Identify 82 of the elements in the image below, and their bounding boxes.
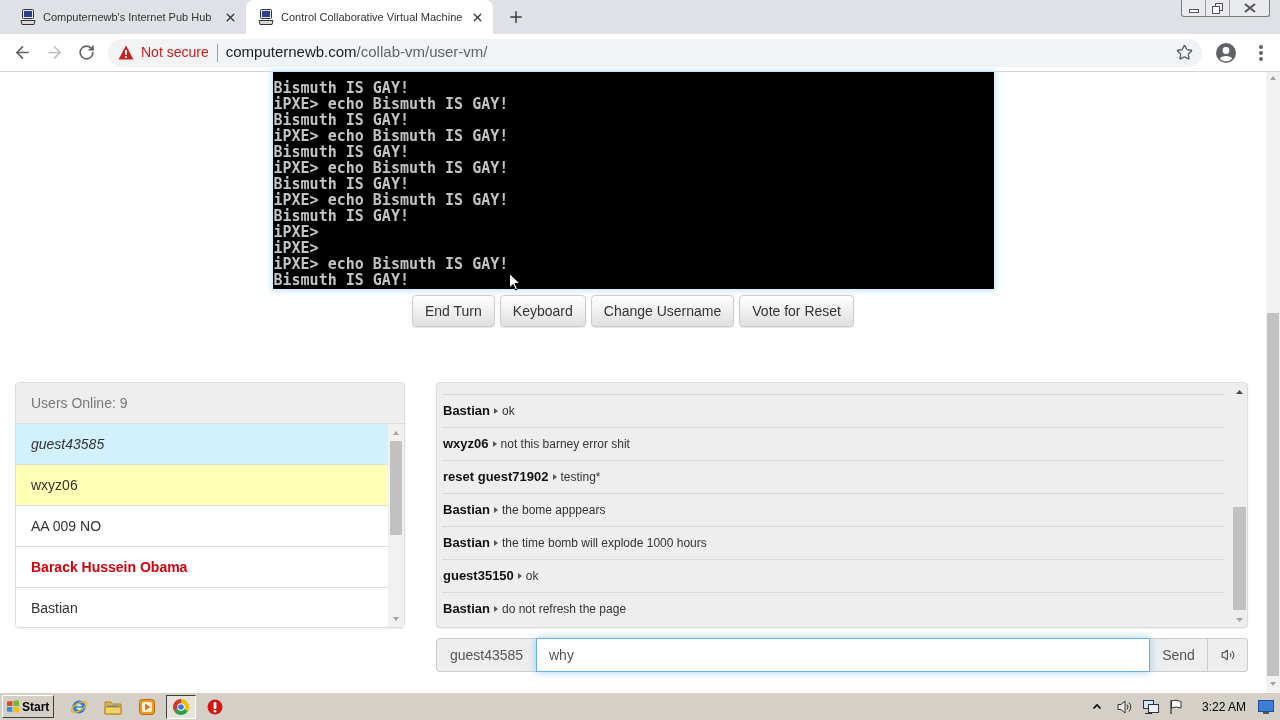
chat-message: do not refresh the page — [501, 601, 627, 618]
chat-message: the time bomb will explode 1000 hours — [501, 535, 707, 552]
start-button[interactable]: Start — [2, 695, 54, 718]
minimize-icon — [1188, 9, 1199, 13]
terminal-line: Bismuth IS GAY! — [273, 272, 409, 288]
terminal-line: iPXE> echo Bismuth IS GAY! — [273, 192, 509, 208]
profile-icon — [1216, 42, 1236, 63]
terminal-line: Bismuth IS GAY! — [273, 144, 409, 160]
terminal-line: iPXE> echo Bismuth IS GAY! — [273, 160, 509, 176]
terminal-line: iPXE> echo Bismuth IS GAY! — [273, 256, 509, 272]
folder-icon — [104, 698, 122, 715]
terminal-line: iPXE> — [273, 224, 319, 240]
computer-icon — [258, 9, 274, 25]
vm-action-button[interactable]: End Turn — [412, 295, 495, 327]
url-text[interactable]: computernewb.com/collab-vm/user-vm/ — [225, 41, 488, 64]
terminal-line: Bismuth IS GAY! — [273, 80, 409, 96]
terminal-line: Bismuth IS GAY! — [273, 112, 409, 128]
chat-message: testing* — [560, 469, 601, 486]
terminal-line: iPXE> echo Bismuth IS GAY! — [273, 96, 509, 112]
vm-action-button[interactable]: Keyboard — [499, 295, 586, 327]
tab-title: Computernewb's Internet Pub Hub — [43, 9, 213, 25]
terminal-line: iPXE> — [273, 240, 319, 256]
speaker-icon — [1220, 648, 1235, 662]
network-icon[interactable] — [1141, 698, 1160, 715]
chat-message: not this barney error shit — [500, 436, 630, 453]
alert-circle-icon — [207, 698, 223, 715]
vm-screen[interactable] — [272, 72, 994, 289]
triangle-icon — [517, 573, 522, 579]
message-input[interactable]: why — [536, 638, 1150, 672]
chat-username[interactable]: Bastian — [443, 599, 490, 619]
vm-action-button[interactable]: Vote for Reset — [739, 295, 854, 327]
user-list-item[interactable]: Barack Hussein Obama — [16, 547, 388, 588]
users-online-header: Users Online: 9 — [16, 383, 404, 424]
clock[interactable]: 3:22 AM — [1201, 697, 1246, 716]
taskbar-button[interactable] — [166, 694, 196, 719]
star-icon — [1175, 44, 1193, 61]
terminal-line: Bismuth IS GAY! — [273, 208, 409, 224]
show-desktop-icon[interactable] — [1258, 699, 1274, 714]
chat-message: ok — [501, 403, 515, 420]
send-button[interactable]: Send — [1150, 638, 1208, 672]
triangle-icon — [493, 507, 498, 513]
speaker-icon[interactable] — [1115, 698, 1134, 715]
user-list-item[interactable]: wxyz06 — [16, 465, 388, 506]
windows-flag-icon — [6, 700, 20, 713]
close-icon — [1243, 3, 1256, 13]
chat-username[interactable]: wxyz06 — [443, 434, 489, 454]
reload-icon — [77, 44, 95, 61]
tab-title: Control Collaborative Virtual Machine — [281, 9, 463, 25]
triangle-icon — [493, 408, 498, 414]
triangle-icon — [493, 606, 498, 612]
terminal-line: iPXE> echo Bismuth IS GAY! — [273, 128, 509, 144]
sound-button[interactable] — [1208, 638, 1248, 672]
triangle-icon — [552, 474, 557, 480]
chat-username[interactable]: guest35150 — [443, 566, 514, 586]
chat-username[interactable]: Bastian — [443, 401, 490, 421]
browser-tab[interactable]: Control Collaborative Virtual Machine — [246, 0, 494, 34]
username-label: guest43585 — [436, 638, 536, 672]
menu-icon — [1259, 44, 1263, 61]
user-list-item[interactable]: guest43585 — [16, 424, 388, 465]
warning-icon — [118, 45, 134, 60]
triangle-icon — [493, 540, 498, 546]
play-icon — [139, 698, 155, 715]
scrollbar[interactable] — [388, 424, 404, 627]
tricolor-circle-icon — [172, 697, 190, 716]
terminal-line: Bismuth IS GAY! — [273, 176, 409, 192]
restore-icon — [1212, 2, 1223, 14]
flag-icon[interactable] — [1167, 698, 1184, 715]
triangle-icon — [492, 441, 497, 447]
vm-action-button[interactable]: Change Username — [590, 295, 735, 327]
security-status[interactable]: Not secure — [141, 42, 209, 63]
computer-icon — [20, 9, 36, 25]
chat-username[interactable]: Bastian — [443, 533, 490, 553]
scrollbar[interactable] — [1266, 72, 1280, 692]
chat-message: ok — [525, 568, 539, 585]
chat-username[interactable]: reset guest71902 — [443, 467, 549, 487]
address-bar[interactable]: Not secure computernewb.com/collab-vm/user-vm/ — [108, 38, 1202, 67]
chat-username[interactable]: Bastian — [443, 500, 490, 520]
chevron-up-icon[interactable] — [1091, 701, 1102, 712]
user-list-item[interactable]: Bastian — [16, 588, 388, 627]
user-list-item[interactable]: AA 009 NO — [16, 506, 388, 547]
chat-message: the bome apppears — [501, 502, 606, 519]
mouse-pointer-icon — [508, 273, 521, 291]
